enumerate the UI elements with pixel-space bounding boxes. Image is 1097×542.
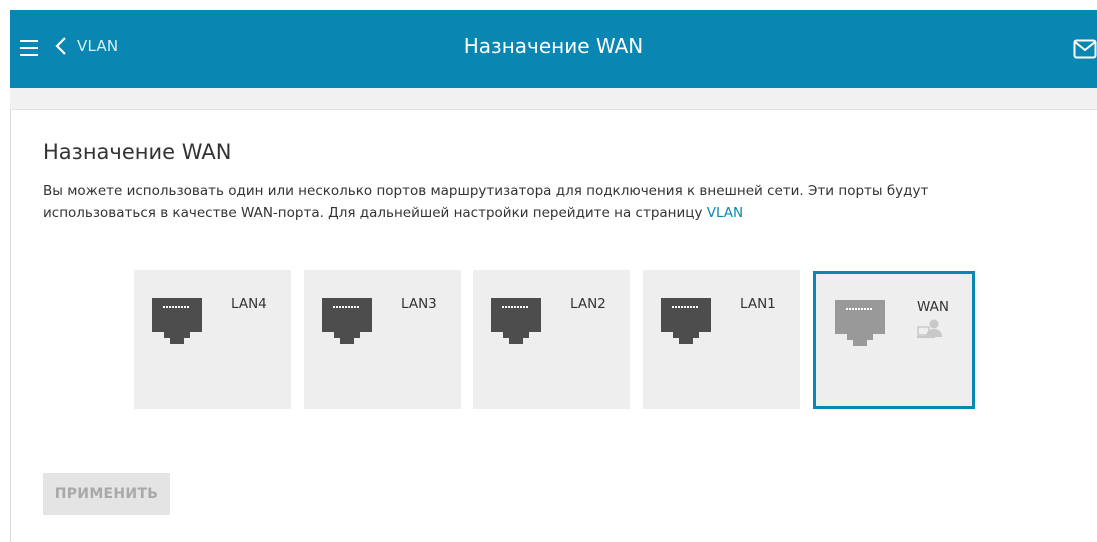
- section-description: Вы можете использовать один или нескольк…: [43, 180, 1043, 224]
- port-label: LAN1: [740, 296, 776, 312]
- section-title: Назначение WAN: [43, 140, 232, 164]
- top-bar: VLAN Назначение WAN: [10, 10, 1097, 88]
- port-label: LAN2: [570, 296, 606, 312]
- port-lan4[interactable]: LAN4: [134, 270, 291, 409]
- apply-button[interactable]: ПРИМЕНИТЬ: [43, 473, 170, 515]
- user-computer-icon: [917, 319, 942, 338]
- ethernet-port-icon: [322, 298, 372, 344]
- port-label: WAN: [917, 299, 949, 315]
- port-label: LAN4: [231, 296, 267, 312]
- ethernet-port-icon: [835, 300, 885, 346]
- vlan-link[interactable]: VLAN: [707, 205, 743, 221]
- main-content: Назначение WAN Вы можете использовать од…: [43, 140, 1083, 224]
- ethernet-port-icon: [661, 298, 711, 344]
- content-left-border: [10, 110, 11, 542]
- page-header-title: Назначение WAN: [463, 34, 644, 58]
- port-lan1[interactable]: LAN1: [643, 270, 800, 409]
- ethernet-port-icon: [491, 298, 541, 344]
- port-lan2[interactable]: LAN2: [473, 270, 630, 409]
- port-label: LAN3: [401, 296, 437, 312]
- header-shadow-band: [10, 88, 1097, 110]
- port-wan[interactable]: WAN: [813, 271, 975, 409]
- ethernet-port-icon: [152, 298, 202, 344]
- mail-icon[interactable]: [1073, 39, 1097, 59]
- description-text: Вы можете использовать один или нескольк…: [43, 183, 929, 221]
- port-lan3[interactable]: LAN3: [304, 270, 461, 409]
